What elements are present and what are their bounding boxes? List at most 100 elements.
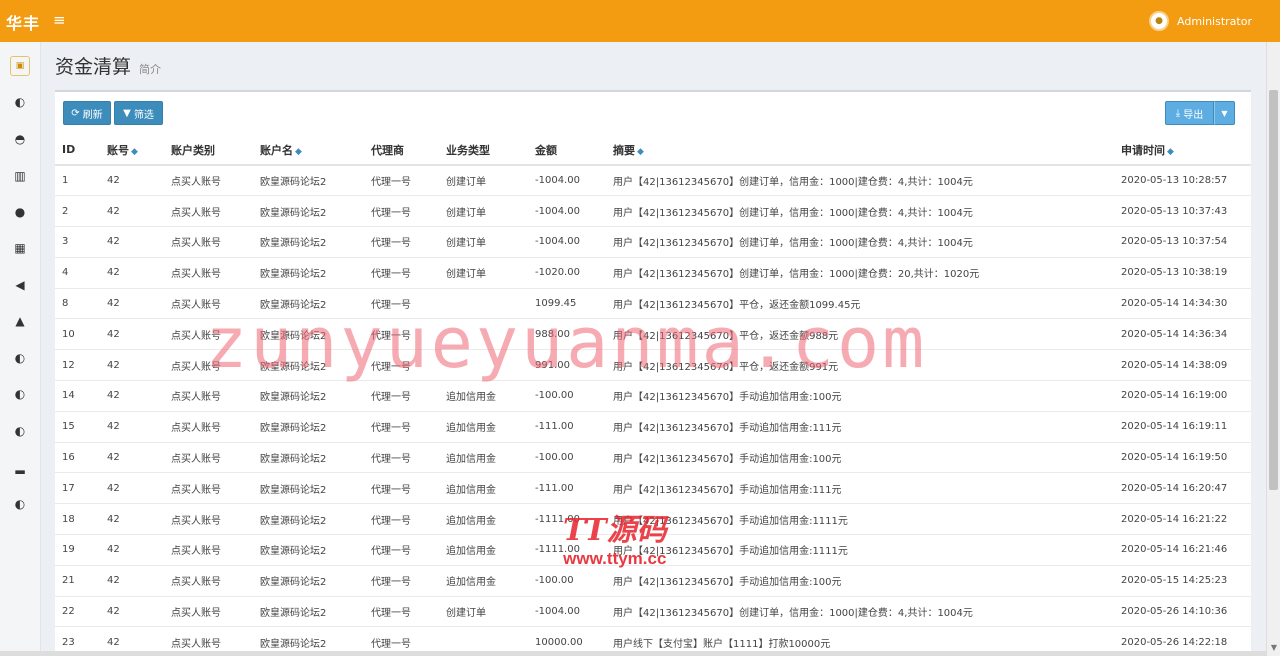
circle-half-icon[interactable]: ◐	[12, 350, 28, 366]
scroll-down-arrow-icon[interactable]: ▼	[1271, 643, 1277, 652]
col-header-summary[interactable]: 摘要 ◆	[606, 135, 1114, 166]
table-row[interactable]: 21 42 点买人账号 欧皇源码论坛2 代理一号 追加信用金 -100.00 用户【42|13…	[55, 564, 1251, 597]
table-row[interactable]: 3 42 点买人账号 欧皇源码论坛2 代理一号 创建订单 -1004.00 用户【42|136…	[55, 226, 1251, 258]
circle-half-icon[interactable]: ◐	[12, 496, 28, 512]
cell-account-name: 欧皇源码论坛2	[253, 256, 364, 289]
bottom-status-bar	[0, 651, 1266, 656]
refresh-button[interactable]: ⟳ 刷新	[63, 101, 111, 125]
cell-business-type: 追加信用金	[439, 441, 528, 473]
cell-time: 2020-05-14 14:36:34	[1114, 318, 1251, 350]
cell-account-type: 点买人账号	[164, 349, 253, 381]
table-row[interactable]: 22 42 点买人账号 欧皇源码论坛2 代理一号 创建订单 -1004.00 用户【42|13…	[55, 595, 1251, 627]
cell-business-type: 创建订单	[439, 226, 528, 258]
cell-account: 42	[100, 256, 164, 289]
cell-account: 42	[100, 564, 164, 597]
menu-toggle-icon[interactable]: ≡	[53, 11, 66, 29]
table-row[interactable]: 17 42 点买人账号 欧皇源码论坛2 代理一号 追加信用金 -111.00 用户【42|13…	[55, 472, 1251, 504]
sort-icon: ◆	[131, 146, 138, 157]
cell-summary: 用户【42|13612345670】创建订单，信用金：1000|建仓费：20,共…	[606, 256, 1114, 289]
cell-account: 42	[100, 226, 164, 258]
cell-business-type: 创建订单	[439, 164, 528, 196]
table-row[interactable]: 15 42 点买人账号 欧皇源码论坛2 代理一号 追加信用金 -111.00 用户【42|13…	[55, 410, 1251, 443]
cell-account-type: 点买人账号	[164, 503, 253, 535]
table-row[interactable]: 18 42 点买人账号 欧皇源码论坛2 代理一号 追加信用金 -1111.00 用户【42|1…	[55, 503, 1251, 535]
cell-summary: 用户【42|13612345670】手动追加信用金:1111元	[606, 534, 1114, 566]
col-header-account-name[interactable]: 账户名 ◆	[253, 135, 364, 166]
export-dropdown-toggle[interactable]: ▼	[1214, 101, 1235, 125]
cell-id: 8	[55, 287, 100, 319]
table-row[interactable]: 8 42 点买人账号 欧皇源码论坛2 代理一号 1099.45 用户【42|13612345…	[55, 287, 1251, 319]
cell-account-type: 点买人账号	[164, 164, 253, 196]
cell-amount: -1004.00	[528, 595, 606, 627]
table-row[interactable]: 16 42 点买人账号 欧皇源码论坛2 代理一号 追加信用金 -100.00 用户【42|13…	[55, 441, 1251, 473]
cell-account: 42	[100, 595, 164, 627]
cell-id: 1	[55, 164, 100, 196]
bank-icon[interactable]: ▦	[12, 240, 28, 256]
cell-id: 4	[55, 256, 100, 289]
table-row[interactable]: 10 42 点买人账号 欧皇源码论坛2 代理一号 988.00 用户【42|13612345…	[55, 318, 1251, 350]
cell-account-type: 点买人账号	[164, 472, 253, 504]
col-header-account[interactable]: 账号 ◆	[100, 135, 164, 166]
tachometer-icon[interactable]: ◓	[12, 131, 28, 147]
cell-time: 2020-05-13 10:37:54	[1114, 226, 1251, 258]
cell-agent: 代理一号	[364, 164, 439, 196]
user-menu[interactable]: ● Administrator	[1149, 11, 1252, 31]
cell-time: 2020-05-14 16:19:50	[1114, 441, 1251, 473]
col-header-agent: 代理商	[364, 135, 439, 166]
refresh-icon: ⟳	[71, 107, 80, 119]
cell-account-type: 点买人账号	[164, 195, 253, 227]
cell-account-name: 欧皇源码论坛2	[253, 164, 364, 196]
logo-icon[interactable]: ▣	[10, 56, 30, 76]
table-row[interactable]: 12 42 点买人账号 欧皇源码论坛2 代理一号 991.00 用户【42|13612345…	[55, 349, 1251, 381]
cell-id: 14	[55, 380, 100, 412]
lock-icon[interactable]: ▲	[12, 313, 28, 329]
cell-business-type: 创建订单	[439, 195, 528, 227]
table-row[interactable]: 1 42 点买人账号 欧皇源码论坛2 代理一号 创建订单 -1004.00 用户【42|136…	[55, 164, 1251, 196]
cell-account: 42	[100, 164, 164, 196]
users-icon[interactable]: ●	[12, 204, 28, 220]
table-row[interactable]: 4 42 点买人账号 欧皇源码论坛2 代理一号 创建订单 -1020.00 用户【42|136…	[55, 256, 1251, 289]
sort-icon: ◆	[295, 146, 302, 157]
cell-account-name: 欧皇源码论坛2	[253, 318, 364, 350]
circle-half-icon[interactable]: ◐	[12, 386, 28, 402]
user-name: Administrator	[1177, 14, 1252, 28]
table-row[interactable]: 14 42 点买人账号 欧皇源码论坛2 代理一号 追加信用金 -100.00 用户【42|13…	[55, 380, 1251, 412]
vertical-scrollbar[interactable]: ▼	[1266, 42, 1280, 656]
cell-account-name: 欧皇源码论坛2	[253, 226, 364, 258]
top-navbar: 华丰 ≡ ● Administrator	[0, 0, 1280, 42]
cell-agent: 代理一号	[364, 441, 439, 473]
cell-amount: -1004.00	[528, 164, 606, 196]
cell-amount: -111.00	[528, 472, 606, 504]
cell-amount: -1004.00	[528, 195, 606, 227]
table-row[interactable]: 19 42 点买人账号 欧皇源码论坛2 代理一号 追加信用金 -1111.00 用户【42|1…	[55, 534, 1251, 566]
cell-account-type: 点买人账号	[164, 534, 253, 566]
bar-chart-icon[interactable]: ▥	[12, 168, 28, 184]
col-header-id[interactable]: ID	[55, 135, 100, 166]
cell-id: 22	[55, 595, 100, 627]
cell-summary: 用户【42|13612345670】创建订单，信用金：1000|建仓费：4,共计…	[606, 164, 1114, 196]
download-icon: ⤓	[1175, 107, 1181, 119]
cell-id: 15	[55, 410, 100, 443]
cell-account: 42	[100, 318, 164, 350]
cell-business-type: 追加信用金	[439, 534, 528, 566]
cell-account: 42	[100, 472, 164, 504]
signal-icon[interactable]: ▂	[12, 459, 28, 475]
scrollbar-thumb[interactable]	[1269, 90, 1278, 490]
circle-half-icon[interactable]: ◐	[12, 94, 28, 110]
cell-time: 2020-05-14 16:19:00	[1114, 380, 1251, 412]
filter-button[interactable]: ▼ 筛选	[114, 101, 163, 125]
bullhorn-icon[interactable]: ◀	[12, 277, 28, 293]
cell-account: 42	[100, 410, 164, 443]
cell-account: 42	[100, 349, 164, 381]
col-header-time[interactable]: 申请时间 ◆	[1114, 135, 1251, 166]
cell-time: 2020-05-15 14:25:23	[1114, 564, 1251, 597]
brand-logo[interactable]: 华丰	[6, 10, 40, 34]
circle-half-icon[interactable]: ◐	[12, 423, 28, 439]
cell-account-name: 欧皇源码论坛2	[253, 503, 364, 535]
table-row[interactable]: 2 42 点买人账号 欧皇源码论坛2 代理一号 创建订单 -1004.00 用户【42|136…	[55, 195, 1251, 227]
cell-account: 42	[100, 380, 164, 412]
cell-account-type: 点买人账号	[164, 564, 253, 597]
export-button[interactable]: ⤓ 导出	[1165, 101, 1214, 125]
cell-amount: -1111.00	[528, 534, 606, 566]
cell-account-type: 点买人账号	[164, 256, 253, 289]
